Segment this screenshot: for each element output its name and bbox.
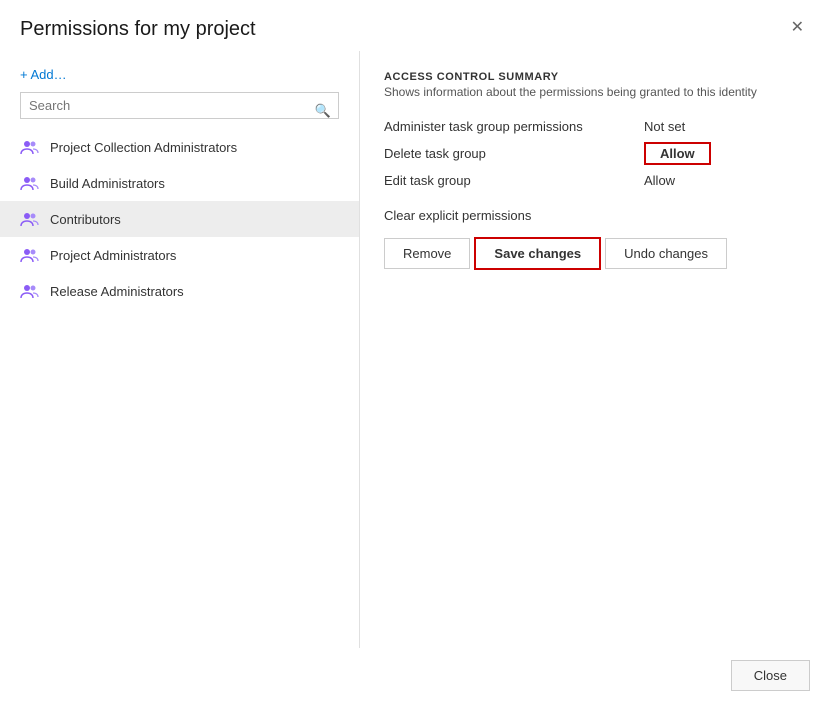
perm-row: Edit task group Allow xyxy=(384,169,806,192)
add-button[interactable]: + Add… xyxy=(0,61,359,92)
dialog-close-button[interactable]: Close xyxy=(731,660,810,691)
group-icon xyxy=(20,173,40,193)
dialog-header: Permissions for my project ✕ xyxy=(0,0,830,51)
group-icon xyxy=(20,209,40,229)
group-label: Contributors xyxy=(50,212,121,227)
remove-button[interactable]: Remove xyxy=(384,238,470,269)
perm-row: Delete task group Allow xyxy=(384,138,806,169)
search-input[interactable] xyxy=(20,92,339,119)
permissions-dialog: Permissions for my project ✕ + Add… 🔍 Pr… xyxy=(0,0,830,703)
group-list: Project Collection Administrators Build … xyxy=(0,129,359,648)
acs-title: ACCESS CONTROL SUMMARY xyxy=(384,71,806,83)
perm-row: Administer task group permissions Not se… xyxy=(384,115,806,138)
group-icon xyxy=(20,245,40,265)
dialog-footer: Close xyxy=(0,648,830,703)
permissions-table: Administer task group permissions Not se… xyxy=(384,115,806,192)
perm-value: Not set xyxy=(644,115,806,138)
group-item-project-admins[interactable]: Project Administrators xyxy=(0,237,359,273)
group-label: Build Administrators xyxy=(50,176,165,191)
group-label: Release Administrators xyxy=(50,284,184,299)
group-item-release-admins[interactable]: Release Administrators xyxy=(0,273,359,309)
perm-value: Allow xyxy=(644,169,806,192)
perm-label: Delete task group xyxy=(384,138,644,169)
group-item-build-admins[interactable]: Build Administrators xyxy=(0,165,359,201)
clear-label: Clear explicit permissions xyxy=(384,208,806,223)
perm-label: Administer task group permissions xyxy=(384,115,644,138)
group-label: Project Collection Administrators xyxy=(50,140,237,155)
acs-subtitle: Shows information about the permissions … xyxy=(384,85,806,99)
left-panel: + Add… 🔍 Project Collection Administrato… xyxy=(0,51,360,648)
group-icon xyxy=(20,137,40,157)
save-changes-button[interactable]: Save changes xyxy=(474,237,601,270)
group-icon xyxy=(20,281,40,301)
search-icon: 🔍 xyxy=(315,103,331,119)
perm-label: Edit task group xyxy=(384,169,644,192)
group-item-contributors[interactable]: Contributors xyxy=(0,201,359,237)
dialog-body: + Add… 🔍 Project Collection Administrato… xyxy=(0,51,830,648)
search-container: 🔍 xyxy=(0,92,359,129)
action-buttons: RemoveSave changesUndo changes xyxy=(384,237,806,270)
dialog-title: Permissions for my project xyxy=(20,18,256,41)
group-item-project-collection-admins[interactable]: Project Collection Administrators xyxy=(0,129,359,165)
close-icon[interactable]: ✕ xyxy=(785,18,810,38)
right-panel: ACCESS CONTROL SUMMARY Shows information… xyxy=(360,51,830,648)
undo-changes-button[interactable]: Undo changes xyxy=(605,238,727,269)
perm-value[interactable]: Allow xyxy=(644,138,806,169)
group-label: Project Administrators xyxy=(50,248,176,263)
